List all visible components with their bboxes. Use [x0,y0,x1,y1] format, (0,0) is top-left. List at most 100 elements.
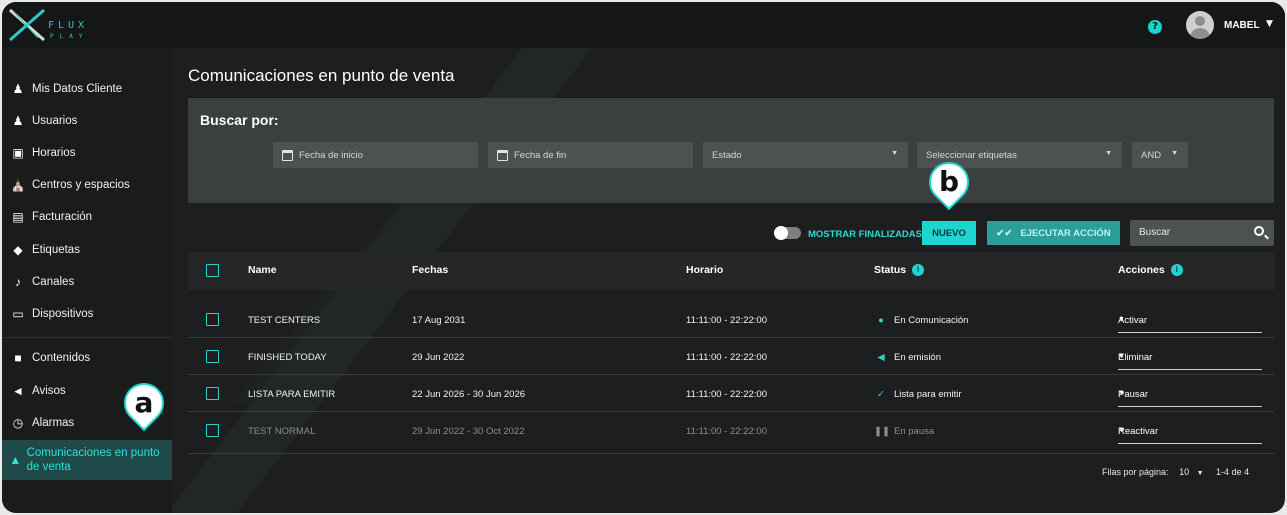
row-checkbox[interactable] [206,350,219,363]
search-title: Buscar por: [200,112,279,128]
alarm-icon: ◷ [12,416,24,430]
logic-value: AND [1141,149,1162,161]
execute-action-button[interactable]: ✔✔ EJECUTAR ACCIÓN [987,221,1120,245]
table-row[interactable]: FINISHED TODAY 29 Jun 2022 11:11:00 - 22… [188,338,1274,375]
status-select[interactable]: Estado ▼ [703,142,908,168]
sidebar-item-mis-datos[interactable]: ♟ Mis Datos Cliente [2,73,172,105]
row-action-select[interactable]: Activar ▼ [1118,307,1262,333]
sidebar-divider [2,337,172,338]
row-checkbox[interactable] [206,387,219,400]
row-action-select[interactable]: Eliminar ▼ [1118,344,1262,370]
col-time[interactable]: Horario [686,264,723,276]
row-dates: 29 Jun 2022 - 30 Oct 2022 [412,426,525,437]
col-status[interactable]: Status i [874,264,925,277]
sidebar-item-label: Mis Datos Cliente [32,83,123,95]
table-row[interactable]: TEST CENTERS 17 Aug 2031 11:11:00 - 22:2… [188,301,1274,338]
sidebar-item-label: Dispositivos [32,308,94,320]
sidebar: ♟ Mis Datos Cliente ♟ Usuarios ▣ Horario… [2,48,172,513]
row-action-select[interactable]: Pausar ▼ [1118,381,1262,407]
select-all-checkbox[interactable] [206,264,219,277]
row-status: ◀ En emisión [874,352,941,363]
row-action-select[interactable]: Reactivar ▼ [1118,418,1262,444]
users-icon: ♟ [12,114,24,128]
chevron-down-icon[interactable]: ▼ [1266,19,1273,29]
toggle-label[interactable]: MOSTRAR FINALIZADAS [808,229,922,240]
check-icon: ✓ [877,389,885,400]
chevron-down-icon: ▼ [1118,353,1125,360]
rows-per-page-select[interactable]: 10 [1179,467,1189,477]
sidebar-item-horarios[interactable]: ▣ Horarios [2,137,172,169]
calendar-icon [497,149,508,161]
table-header: Name Fechas Horario Status i Acciones i [188,252,1274,290]
building-icon: ⛪ [10,178,26,192]
row-status-label: En pausa [894,426,935,437]
folder-icon: ■ [14,351,22,365]
table-row[interactable]: LISTA PARA EMITIR 22 Jun 2026 - 30 Jun 2… [188,375,1274,412]
logic-select[interactable]: AND ▼ [1132,142,1188,168]
flux-logo[interactable]: FLUX PLAY [8,8,98,42]
row-status-label: En emisión [894,352,941,363]
row-time: 11:11:00 - 22:22:00 [686,389,767,400]
row-time: 11:11:00 - 22:22:00 [686,426,767,437]
row-checkbox[interactable] [206,424,219,437]
devices-icon: ▭ [12,307,24,321]
avatar[interactable] [1186,11,1214,39]
row-status-label: Lista para emitir [894,389,962,400]
logo-sub: PLAY [50,33,89,40]
sidebar-item-facturacion[interactable]: ▤ Facturación [2,201,172,233]
logo-x-icon [9,8,45,42]
status-placeholder: Estado [712,149,742,161]
end-date-field[interactable]: Fecha de fin [488,142,693,168]
user-name[interactable]: MABEL [1224,20,1260,31]
chevron-down-icon: ▼ [891,150,898,157]
show-finished-toggle[interactable] [774,226,801,240]
row-dates: 29 Jun 2022 [412,352,465,363]
col-actions[interactable]: Acciones i [1118,264,1183,277]
sidebar-item-label: Comunicaciones en punto de venta [26,447,160,473]
col-dates[interactable]: Fechas [412,264,448,276]
chevron-down-icon[interactable]: ▼ [1197,470,1204,477]
sidebar-item-centros[interactable]: ⛪ Centros y espacios [2,169,172,201]
pagination: Filas por página: 10 ▼ 1-4 de 4 [1102,467,1249,477]
search-input[interactable]: Buscar [1130,220,1274,246]
calendar-icon: ▣ [12,146,24,160]
col-name[interactable]: Name [248,264,277,276]
app-window: FLUX PLAY ? MABEL ▼ ♟ Mis Datos Cliente … [2,2,1285,513]
search-placeholder: Buscar [1139,227,1171,238]
execute-action-label: EJECUTAR ACCIÓN [1020,227,1111,239]
row-name: LISTA PARA EMITIR [248,389,336,400]
sidebar-item-label: Contenidos [32,352,91,364]
start-date-field[interactable]: Fecha de inicio [273,142,478,168]
sidebar-item-dispositivos[interactable]: ▭ Dispositivos [2,298,172,330]
table-row[interactable]: TEST NORMAL 29 Jun 2022 - 30 Oct 2022 11… [188,412,1274,454]
col-actions-label: Acciones [1118,264,1165,276]
chevron-down-icon: ▼ [1105,150,1112,157]
row-time: 11:11:00 - 22:22:00 [686,352,767,363]
check-circle-icon: ● [878,315,884,326]
info-icon[interactable]: i [912,264,925,277]
row-name: FINISHED TODAY [248,352,327,363]
sidebar-item-comunicaciones[interactable]: ▲ Comunicaciones en punto de venta [2,440,172,480]
search-icon[interactable] [1254,226,1264,236]
row-checkbox[interactable] [206,313,219,326]
search-panel: Buscar por: Fecha de inicio Fecha de fin… [188,98,1274,203]
row-name: TEST NORMAL [248,426,316,437]
person-icon: ♟ [12,82,24,96]
new-button[interactable]: NUEVO [922,221,976,245]
callout-b-label: b [938,165,960,198]
row-time: 11:11:00 - 22:22:00 [686,315,767,326]
sidebar-item-usuarios[interactable]: ♟ Usuarios [2,105,172,137]
help-icon[interactable]: ? [1148,20,1162,34]
chevron-down-icon: ▼ [1118,316,1125,323]
start-date-placeholder: Fecha de inicio [299,149,363,161]
sidebar-item-etiquetas[interactable]: ◆ Etiquetas [2,234,172,266]
sidebar-item-contenidos[interactable]: ■ Contenidos [2,342,172,374]
row-status: ✓ Lista para emitir [874,389,962,400]
sidebar-item-canales[interactable]: ♪ Canales [2,266,172,298]
logo-word: FLUX [48,20,89,31]
double-check-icon: ✔✔ [996,227,1013,239]
card-icon: ▤ [12,210,24,224]
row-status-label: En Comunicación [894,315,969,326]
pause-icon: ❚❚ [874,426,890,437]
info-icon[interactable]: i [1170,264,1183,277]
